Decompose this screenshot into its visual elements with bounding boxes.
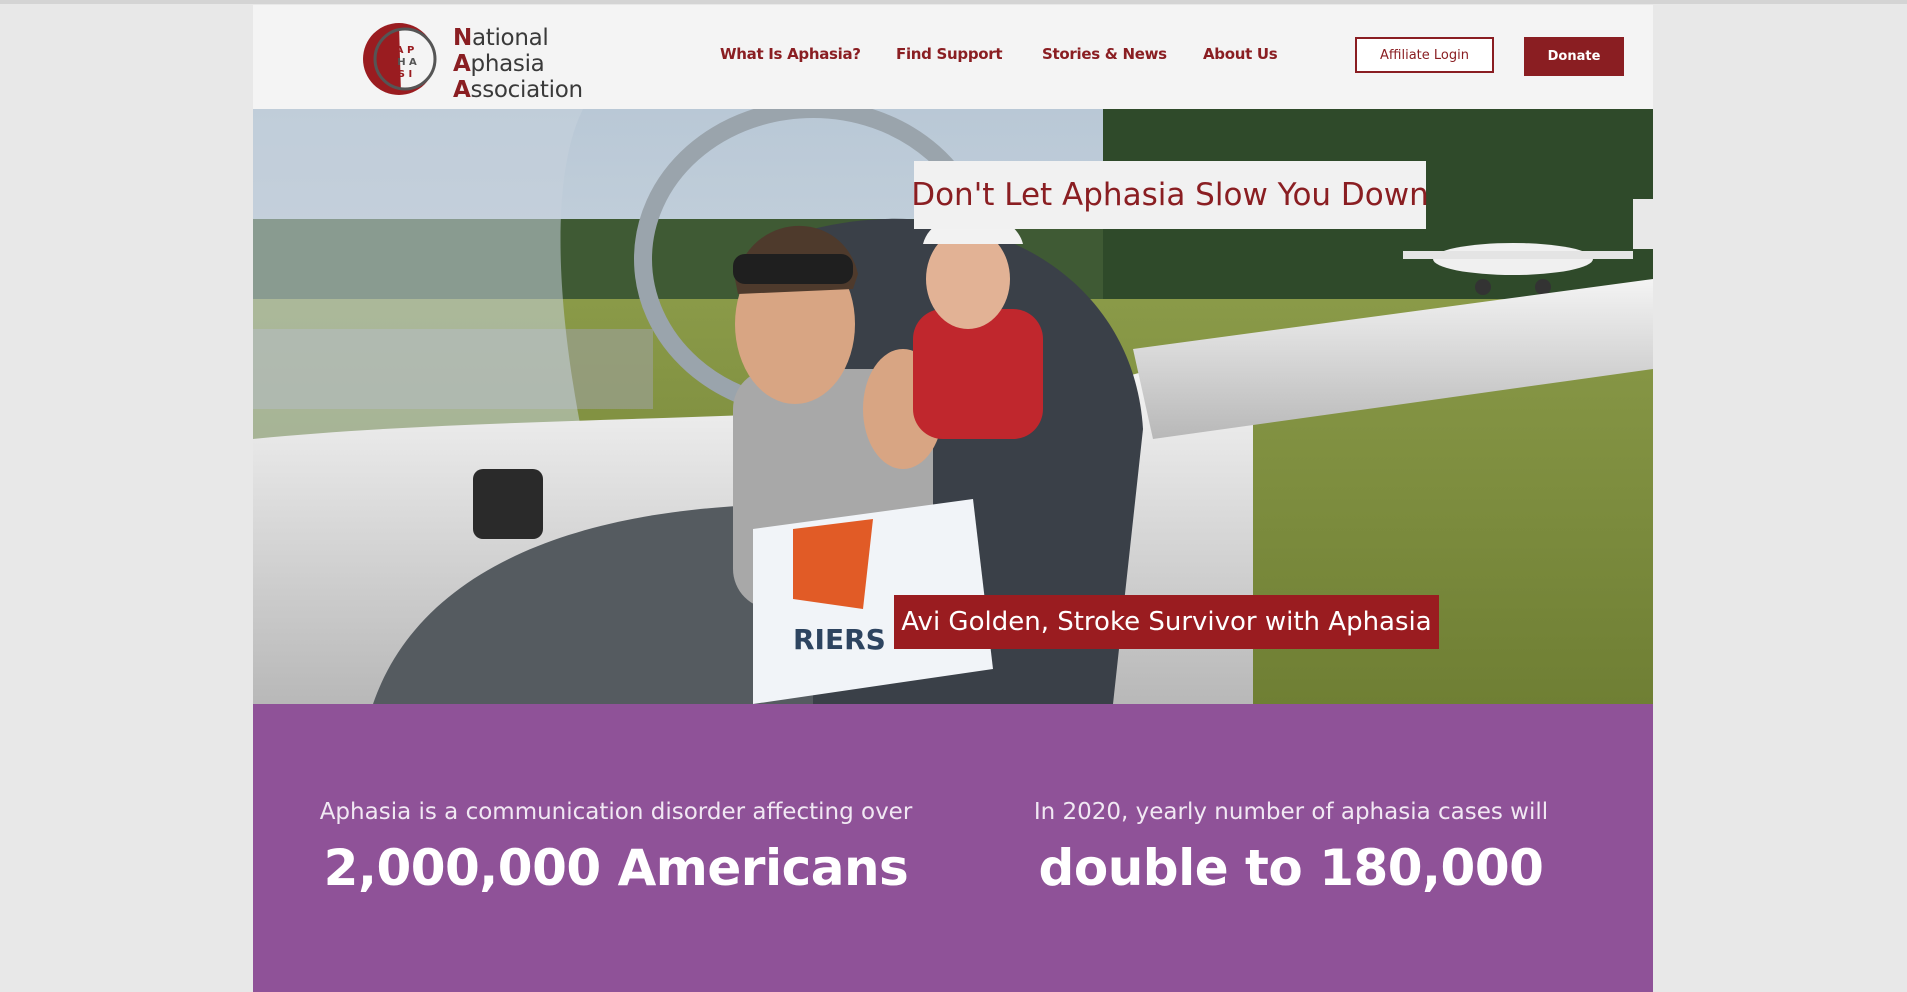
logo-line-national: National (453, 25, 549, 51)
page-container: A P H A S I National Aphasia Association… (253, 5, 1653, 992)
logo-wordmark: National Aphasia Association (453, 25, 583, 103)
hero-title: Don't Let Aphasia Slow You Down (911, 161, 1429, 229)
nav-stories-news[interactable]: Stories & News (1042, 45, 1167, 63)
flag-text: RIERS (793, 623, 886, 656)
stat-lead: Aphasia is a communication disorder affe… (319, 799, 913, 825)
stats-section: Aphasia is a communication disorder affe… (253, 704, 1653, 992)
donate-button[interactable]: Donate (1524, 37, 1624, 76)
nav-what-is-aphasia[interactable]: What Is Aphasia? (720, 45, 861, 63)
logo-line1-rest: ational (471, 25, 549, 51)
logo-line-association: Association (453, 77, 583, 103)
logo-head-icon: A P H A S I (363, 23, 437, 95)
svg-text:S I: S I (398, 69, 412, 80)
hero-banner: RIERS Don't Let Aphasia Slow You Down Av… (253, 109, 1653, 704)
logo-line-aphasia: Aphasia (453, 51, 545, 77)
nav-about-us[interactable]: About Us (1203, 45, 1278, 63)
hero-caption: Avi Golden, Stroke Survivor with Aphasia (894, 595, 1439, 649)
site-header: A P H A S I National Aphasia Association… (253, 5, 1653, 109)
affiliate-login-button[interactable]: Affiliate Login (1355, 37, 1494, 73)
browser-top-line (0, 0, 1907, 4)
site-logo[interactable]: A P H A S I National Aphasia Association (359, 19, 589, 103)
stat-americans: Aphasia is a communication disorder affe… (296, 799, 936, 897)
stat-value: 2,000,000 Americans (323, 839, 909, 897)
stat-lead: In 2020, yearly number of aphasia cases … (1033, 799, 1549, 825)
nav-find-support[interactable]: Find Support (896, 45, 1003, 63)
svg-text:A P: A P (396, 45, 415, 56)
svg-text:H A: H A (397, 57, 417, 68)
stat-cases: In 2020, yearly number of aphasia cases … (971, 799, 1611, 897)
stat-value: double to 180,000 (1038, 839, 1544, 897)
